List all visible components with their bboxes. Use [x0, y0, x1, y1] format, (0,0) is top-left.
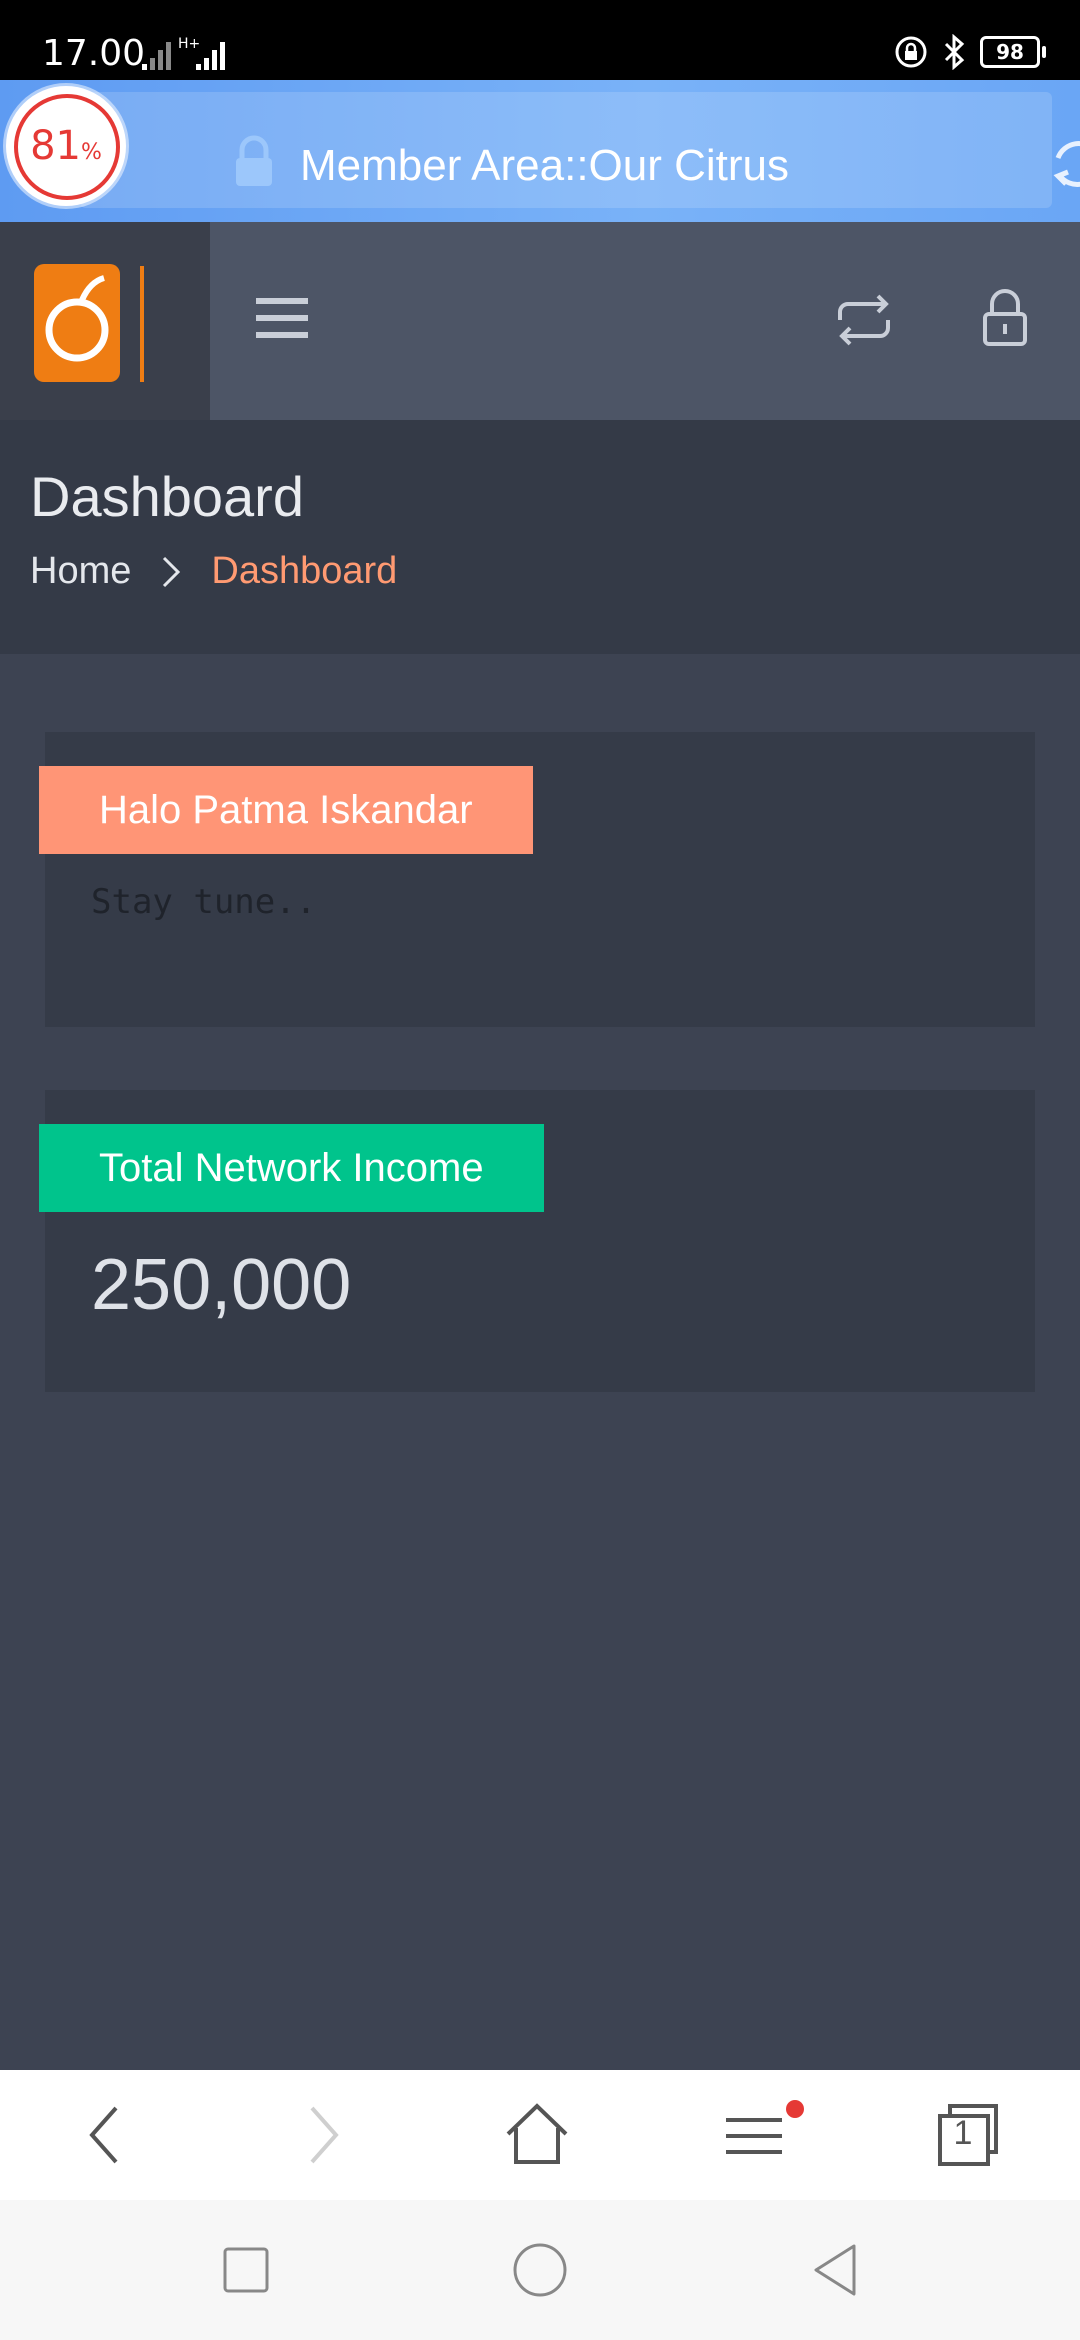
status-time: 17.00	[42, 33, 146, 74]
menu-icon[interactable]	[724, 2100, 784, 2174]
refresh-icon[interactable]	[1046, 132, 1080, 200]
tabs-icon[interactable]: 1	[936, 2100, 1000, 2174]
rotation-lock-icon	[895, 36, 927, 68]
signal-icon: H+	[140, 34, 270, 78]
logo-container[interactable]	[0, 222, 210, 420]
progress-value: 81	[30, 123, 81, 169]
url-title: Member Area::Our Citrus	[300, 141, 790, 190]
greeting-label: Halo Patma Iskandar	[39, 766, 533, 854]
battery-icon: 98	[980, 36, 1046, 68]
recents-icon[interactable]	[222, 2246, 270, 2298]
status-bar: 17.00 H+ 98	[0, 0, 1080, 80]
breadcrumb-current: Dashboard	[211, 550, 398, 592]
network-type-label: H+	[178, 36, 200, 52]
back-icon[interactable]	[84, 2100, 124, 2174]
greeting-message: Stay tune..	[91, 882, 317, 922]
home-icon[interactable]	[504, 2100, 570, 2174]
secure-lock-icon	[232, 134, 276, 194]
nav-back-icon[interactable]	[810, 2242, 860, 2302]
orange-logo-icon	[34, 264, 154, 388]
network-income-value: 250,000	[91, 1245, 352, 1325]
page-header: Dashboard Home Dashboard	[0, 420, 1080, 654]
status-right: 98	[894, 34, 1046, 70]
page-title: Dashboard	[30, 465, 304, 528]
url-field[interactable]: Member Area::Our Citrus	[80, 92, 1080, 208]
browser-toolbar: 1	[0, 2070, 1080, 2200]
android-nav-bar	[0, 2200, 1080, 2340]
network-income-card: Total Network Income 250,000	[39, 1090, 1035, 1392]
browser-address-bar: Member Area::Our Citrus 81%	[0, 80, 1080, 222]
forward-icon[interactable]	[304, 2100, 344, 2174]
breadcrumb-home[interactable]: Home	[30, 550, 131, 593]
chevron-right-icon	[161, 555, 181, 589]
swap-icon[interactable]	[834, 292, 894, 352]
breadcrumb: Home Dashboard	[30, 550, 397, 593]
bluetooth-icon	[944, 34, 965, 70]
hamburger-icon[interactable]	[256, 296, 308, 344]
progress-unit: %	[81, 140, 102, 165]
notification-dot	[786, 2100, 804, 2118]
page-load-progress: 81%	[6, 86, 126, 206]
greeting-card: Halo Patma Iskandar Stay tune..	[39, 732, 1035, 1027]
app-header	[0, 222, 1080, 420]
lock-icon[interactable]	[982, 286, 1028, 352]
network-income-label: Total Network Income	[39, 1124, 544, 1212]
tab-count: 1	[953, 2114, 973, 2152]
nav-home-icon[interactable]	[512, 2242, 568, 2302]
